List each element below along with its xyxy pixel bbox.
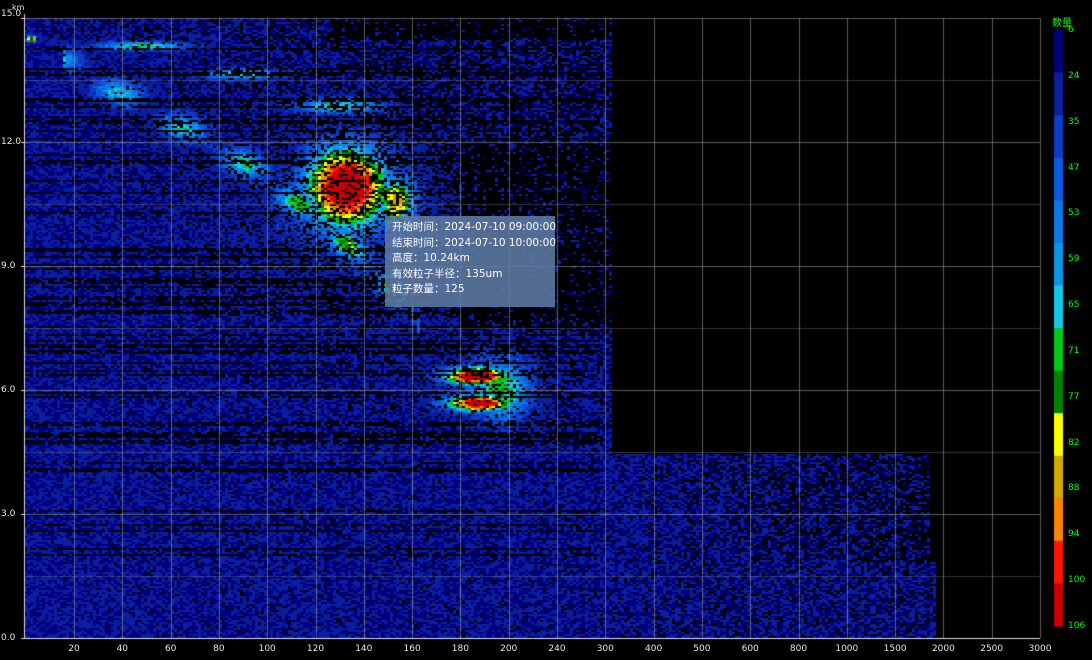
legend-level-label: 94 [1068, 529, 1080, 540]
legend-level-label: 82 [1068, 437, 1080, 448]
x-tick-label: 2000 [931, 644, 955, 654]
legend-level-label: 53 [1068, 208, 1080, 219]
y-tick-label: 6.0 [1, 385, 16, 395]
x-tick-label: 3000 [1028, 644, 1052, 654]
legend-level-label: 47 [1068, 162, 1080, 173]
x-tick-label: 1500 [883, 644, 907, 654]
legend-level-label: 24 [1068, 70, 1080, 81]
x-tick-label: 160 [403, 644, 421, 654]
x-tick-label: 80 [213, 644, 225, 654]
x-tick-label: 200 [500, 644, 518, 654]
x-tick-label: 1000 [835, 644, 859, 654]
x-tick-label: 300 [596, 644, 614, 654]
x-tick-label: 400 [645, 644, 663, 654]
x-tick-label: 100 [258, 644, 276, 654]
hover-tooltip: 开始时间：2024-07-10 09:00:00 结束时间：2024-07-10… [385, 216, 557, 307]
legend-level-label: 59 [1068, 254, 1080, 265]
x-tick-label: 240 [548, 644, 566, 654]
x-tick-label: 600 [741, 644, 759, 654]
y-axis-unit: km [12, 3, 25, 12]
legend-level-label: 6 [1068, 25, 1074, 35]
tooltip-start-time: 开始时间：2024-07-10 09:00:00 [392, 221, 557, 233]
legend-level-label: 71 [1068, 345, 1080, 356]
legend-level-label: 77 [1068, 391, 1080, 402]
x-tick-label: 40 [116, 644, 129, 654]
legend-level-label: 35 [1068, 116, 1080, 127]
x-tick-label: 2500 [980, 644, 1004, 654]
x-tick-label: 180 [451, 644, 469, 654]
x-tick-label: 140 [355, 644, 373, 654]
tooltip-count: 粒子数量：125 [392, 283, 465, 295]
x-tick-label: 60 [164, 644, 177, 654]
legend-level-label: 106 [1068, 621, 1086, 631]
legend-level-label: 65 [1068, 300, 1080, 311]
heatmap-plot-area[interactable] [0, 0, 1092, 660]
legend-level-label: 100 [1068, 575, 1086, 586]
y-tick-label: 12.0 [1, 137, 22, 147]
x-tick-label: 120 [306, 644, 325, 654]
legend-level-label: 88 [1068, 483, 1080, 494]
y-tick-label: 9.0 [1, 261, 16, 271]
y-tick-label: 0.0 [1, 633, 16, 643]
tooltip-end-time: 结束时间：2024-07-10 10:00:00 [392, 236, 557, 249]
x-tick-label: 20 [68, 644, 80, 654]
tooltip-height: 高度：10.24km [392, 252, 470, 264]
x-tick-label: 500 [693, 644, 711, 654]
tooltip-radius: 有效粒子半径：135um [392, 267, 503, 280]
y-tick-label: 3.0 [1, 509, 16, 519]
x-tick-label: 800 [789, 644, 808, 654]
